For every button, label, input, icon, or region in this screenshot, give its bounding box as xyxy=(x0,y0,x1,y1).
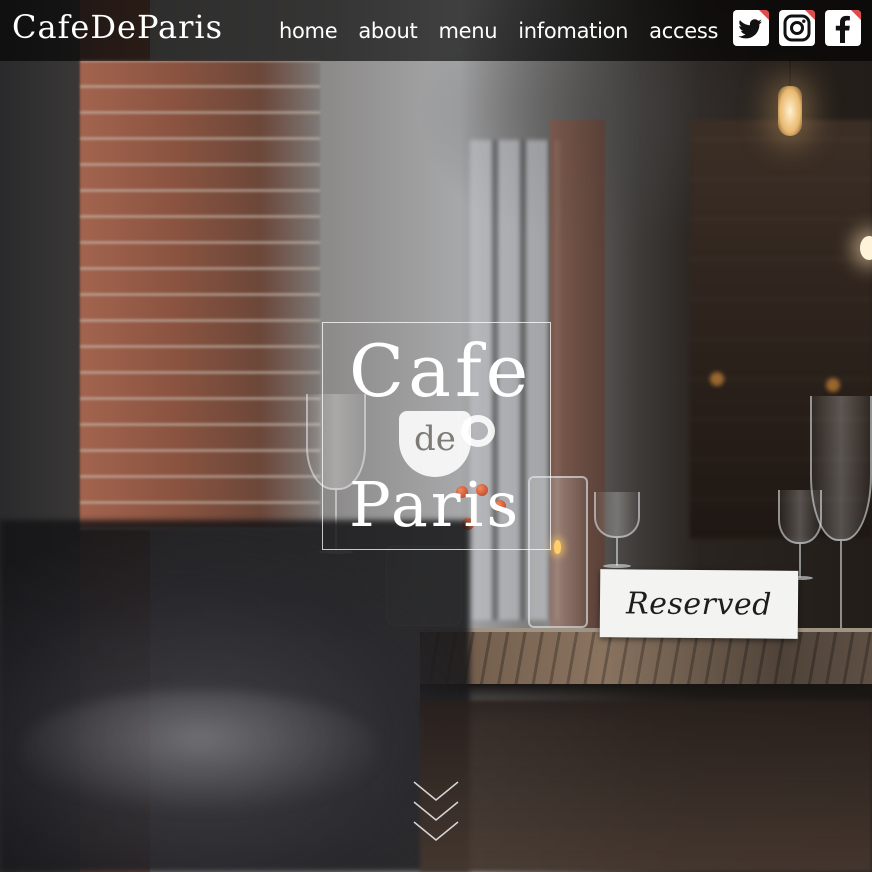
main-nav: home about menu infomation access xyxy=(279,0,718,61)
brick-wall xyxy=(80,60,320,530)
bokeh-light xyxy=(826,378,840,392)
bokeh-light xyxy=(710,372,724,386)
brand-logo[interactable]: CafeDeParis xyxy=(12,8,223,46)
foreground-bowl xyxy=(20,690,380,810)
nav-access[interactable]: access xyxy=(649,19,718,43)
emblem-cafe-text: Cafe xyxy=(349,329,533,413)
cafe-de-paris-emblem: Cafe de Paris xyxy=(322,322,551,550)
nav-about[interactable]: about xyxy=(358,19,417,43)
instagram-icon[interactable] xyxy=(779,10,815,46)
pendant-lamp xyxy=(778,86,802,136)
site-header: CafeDeParis home about menu infomation a… xyxy=(0,0,872,61)
wine-glass-mid xyxy=(594,492,640,568)
pendant-cord xyxy=(789,60,791,88)
reserved-sign: Reserved xyxy=(599,569,799,639)
foreground-blur-bottom xyxy=(420,700,872,872)
twitter-icon[interactable] xyxy=(733,10,769,46)
nav-infomation[interactable]: infomation xyxy=(518,19,628,43)
candle-flame xyxy=(554,540,561,554)
social-links xyxy=(733,10,861,46)
facebook-icon[interactable] xyxy=(825,10,861,46)
chevrons-down-icon[interactable] xyxy=(412,778,460,846)
reserved-sign-text: Reserved xyxy=(625,585,773,623)
emblem-de-text: de xyxy=(414,419,456,459)
nav-home[interactable]: home xyxy=(279,19,338,43)
side-light-glow xyxy=(860,236,872,260)
wine-glass-right xyxy=(810,396,872,638)
nav-menu[interactable]: menu xyxy=(438,19,497,43)
emblem-paris-text: Paris xyxy=(349,468,522,541)
